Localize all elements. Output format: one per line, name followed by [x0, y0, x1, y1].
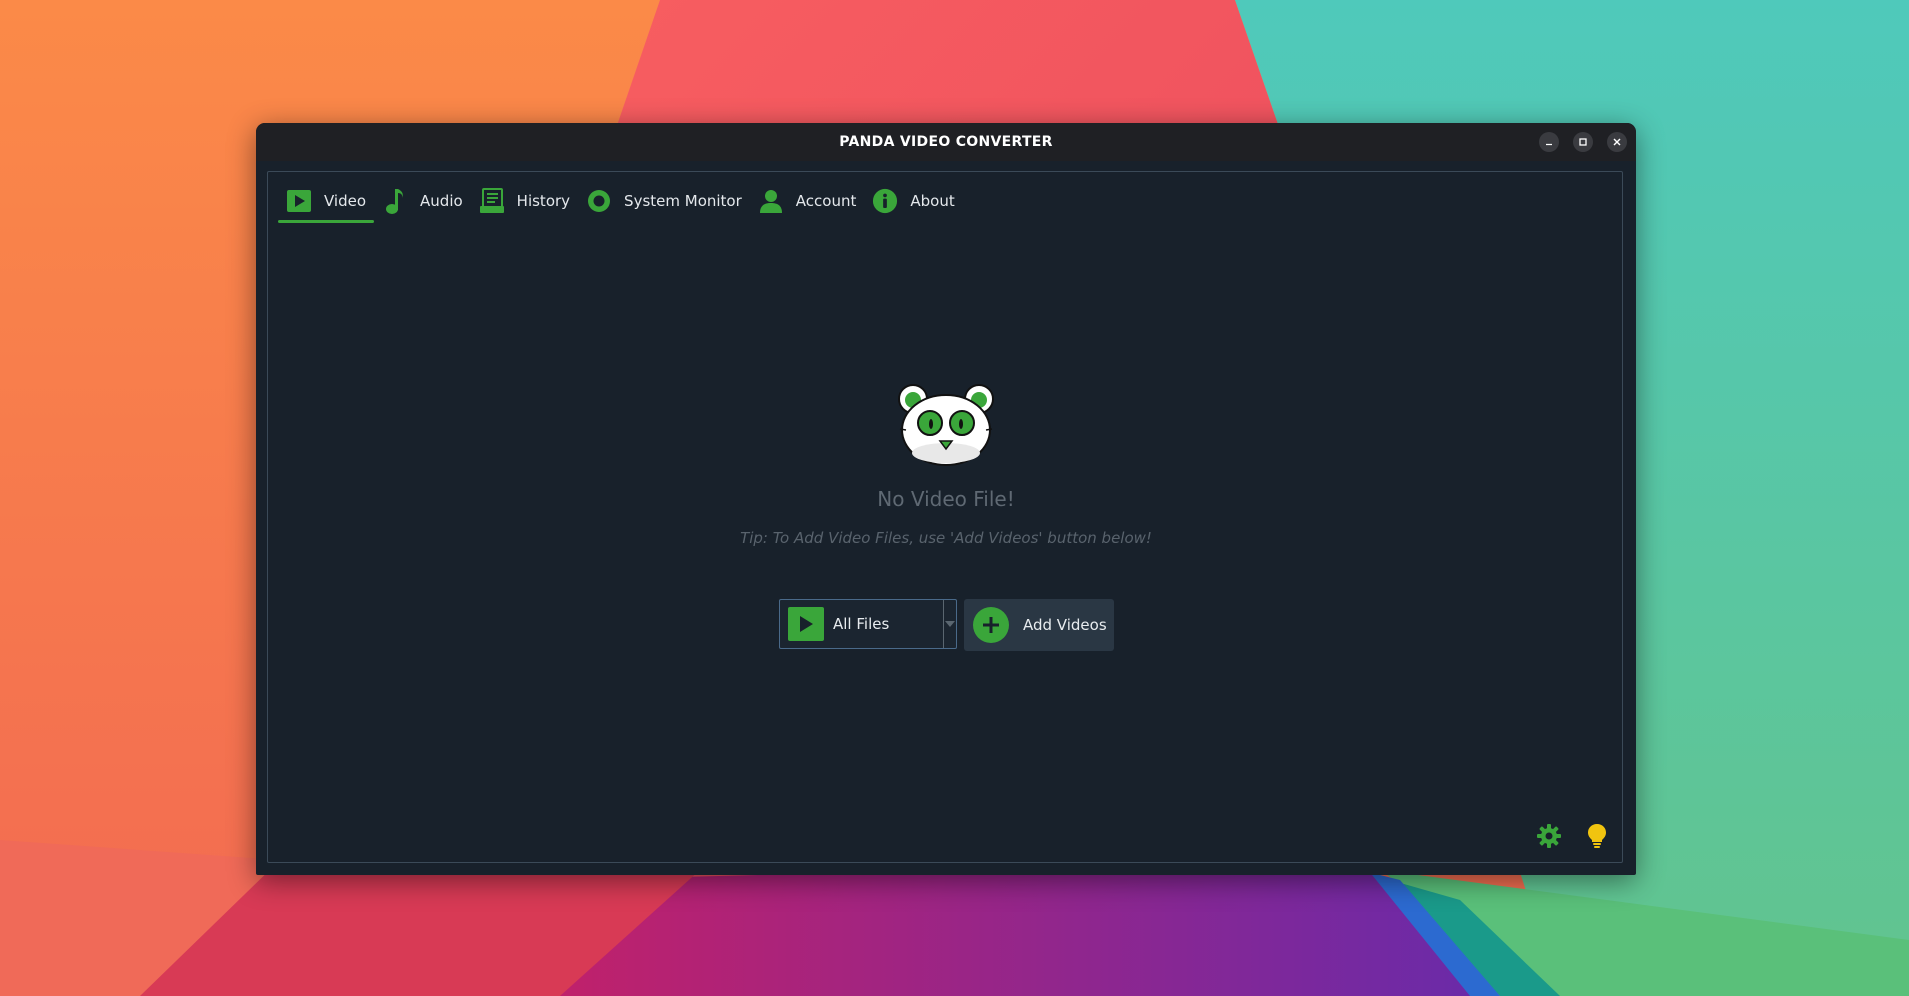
minimize-icon: [1546, 143, 1552, 146]
plus-icon: [973, 607, 1009, 643]
tab-audio-label: Audio: [420, 192, 463, 210]
tab-video-label: Video: [324, 192, 367, 210]
close-button[interactable]: [1607, 132, 1627, 152]
tab-account-label: Account: [795, 192, 857, 210]
tab-history[interactable]: History: [471, 179, 578, 223]
tab-about-label: About: [910, 192, 955, 210]
tab-system-monitor[interactable]: System Monitor: [578, 179, 750, 223]
add-videos-button[interactable]: Add Videos: [964, 599, 1114, 651]
add-videos-label: Add Videos: [1023, 616, 1107, 634]
history-icon: [479, 188, 505, 214]
maximize-button[interactable]: [1573, 132, 1593, 152]
play-icon: [286, 188, 312, 214]
minimize-button[interactable]: [1539, 132, 1559, 152]
empty-state-tip: Tip: To Add Video Files, use 'Add Videos…: [740, 529, 1152, 547]
dropdown-divider: [943, 600, 944, 648]
settings-button[interactable]: [1534, 821, 1564, 851]
info-icon: [872, 188, 898, 214]
tab-history-label: History: [516, 192, 571, 210]
close-icon: [1613, 138, 1621, 146]
gear-icon: [1537, 824, 1561, 848]
tab-system-monitor-label: System Monitor: [624, 192, 742, 210]
window-title: PANDA VIDEO CONVERTER: [839, 134, 1053, 150]
monitor-icon: [586, 188, 612, 214]
tips-button[interactable]: [1582, 821, 1612, 851]
tab-about[interactable]: About: [864, 179, 962, 223]
maximize-icon: [1579, 138, 1587, 146]
file-filter-dropdown[interactable]: All Files: [779, 599, 957, 649]
desktop: PANDA VIDEO CONVERTER Video Audio Histor…: [0, 0, 1909, 996]
empty-state-title: No Video File!: [877, 487, 1015, 511]
user-icon: [758, 188, 784, 214]
chevron-down-icon[interactable]: [945, 619, 955, 629]
tab-bar: Video Audio History System Monitor Accou…: [278, 179, 963, 223]
lightbulb-icon: [1588, 824, 1606, 848]
file-filter-value: All Files: [833, 615, 890, 633]
content-frame: [267, 171, 1623, 863]
tab-account[interactable]: Account: [750, 179, 865, 223]
play-icon: [788, 607, 824, 641]
title-bar[interactable]: PANDA VIDEO CONVERTER: [256, 123, 1636, 161]
panda-logo: [898, 384, 994, 466]
tab-video[interactable]: Video: [278, 179, 375, 223]
tab-audio[interactable]: Audio: [374, 179, 471, 223]
music-note-icon: [382, 188, 408, 214]
app-window: PANDA VIDEO CONVERTER Video Audio Histor…: [256, 123, 1636, 875]
